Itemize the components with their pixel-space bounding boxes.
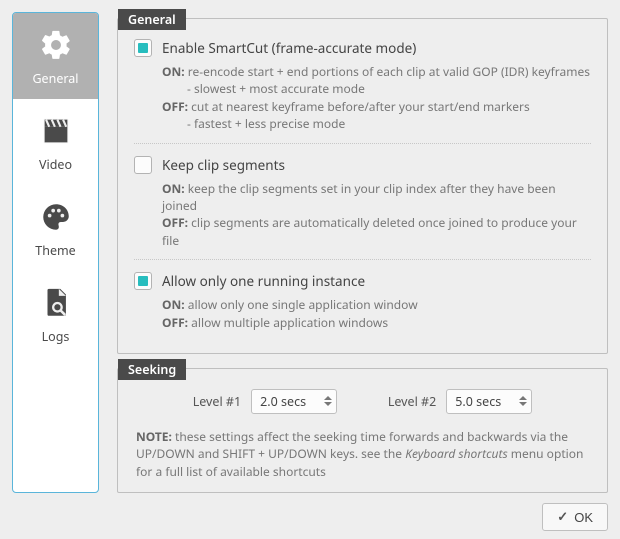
palette-icon <box>39 200 73 234</box>
group-title: Seeking <box>118 359 186 380</box>
seek-level2-value: 5.0 secs <box>455 393 501 410</box>
ok-button[interactable]: ✓ OK <box>542 503 608 531</box>
check-icon: ✓ <box>557 509 568 525</box>
spin-arrows[interactable] <box>519 396 527 406</box>
doc-search-icon <box>39 286 73 320</box>
option-label: Allow only one running instance <box>162 272 365 290</box>
option-keepclips: Keep clip segments ON: keep the clip seg… <box>134 143 591 260</box>
option-singleinstance: Allow only one running instance ON: allo… <box>134 259 591 341</box>
sidebar-item-general[interactable]: General <box>13 13 98 99</box>
seeking-note: NOTE: these settings affect the seeking … <box>134 428 591 480</box>
sidebar-item-label: Theme <box>35 242 75 259</box>
group-title: General <box>118 9 186 30</box>
seek-level2-label: Level #2 <box>388 393 436 410</box>
note-italic: Keyboard shortcuts <box>405 445 507 462</box>
option-on-note: - slowest + most accurate mode <box>187 80 365 97</box>
option-desc: ON: allow only one single application wi… <box>162 296 591 331</box>
sidebar-item-video[interactable]: Video <box>13 99 98 185</box>
checkbox-keepclips[interactable] <box>134 156 152 174</box>
gear-icon <box>39 28 73 62</box>
sidebar-item-label: Video <box>39 156 72 173</box>
seek-level1-spinbox[interactable]: 2.0 secs <box>251 389 337 414</box>
option-label: Keep clip segments <box>162 156 285 174</box>
main-content: General Enable SmartCut (frame-accurate … <box>117 12 608 493</box>
seek-level1-label: Level #1 <box>193 393 241 410</box>
seek-level2: Level #2 5.0 secs <box>388 389 532 414</box>
seek-level1: Level #1 2.0 secs <box>193 389 337 414</box>
sidebar-item-label: Logs <box>42 328 70 345</box>
seek-level2-spinbox[interactable]: 5.0 secs <box>446 389 532 414</box>
group-seeking: Seeking Level #1 2.0 secs Level #2 5.0 s… <box>117 368 608 493</box>
option-off-note: - fastest + less precise mode <box>187 115 345 132</box>
spin-arrows[interactable] <box>324 396 332 406</box>
seek-level1-value: 2.0 secs <box>260 393 306 410</box>
option-desc: ON: keep the clip segments set in your c… <box>162 180 591 250</box>
ok-label: OK <box>574 510 593 525</box>
sidebar-item-label: General <box>32 70 78 87</box>
option-on-text: keep the clip segments set in your clip … <box>162 180 556 214</box>
option-smartcut: Enable SmartCut (frame-accurate mode) ON… <box>134 33 591 143</box>
option-off-text: cut at nearest keyframe before/after you… <box>191 98 530 115</box>
option-on-text: re-encode start + end portions of each c… <box>188 63 590 80</box>
checkbox-smartcut[interactable] <box>134 39 152 57</box>
option-off-text: allow multiple application windows <box>191 314 388 331</box>
sidebar: General Video Theme Logs <box>12 12 99 493</box>
footer: ✓ OK <box>12 493 608 531</box>
note-bold: NOTE: <box>136 428 172 445</box>
option-label: Enable SmartCut (frame-accurate mode) <box>162 39 416 57</box>
checkbox-singleinstance[interactable] <box>134 272 152 290</box>
option-desc: ON: re-encode start + end portions of ea… <box>162 63 591 133</box>
option-on-text: allow only one single application window <box>188 296 418 313</box>
clapper-icon <box>39 114 73 148</box>
option-off-text: clip segments are automatically deleted … <box>162 214 577 248</box>
sidebar-item-logs[interactable]: Logs <box>13 271 98 357</box>
sidebar-item-theme[interactable]: Theme <box>13 185 98 271</box>
group-general: General Enable SmartCut (frame-accurate … <box>117 18 608 354</box>
